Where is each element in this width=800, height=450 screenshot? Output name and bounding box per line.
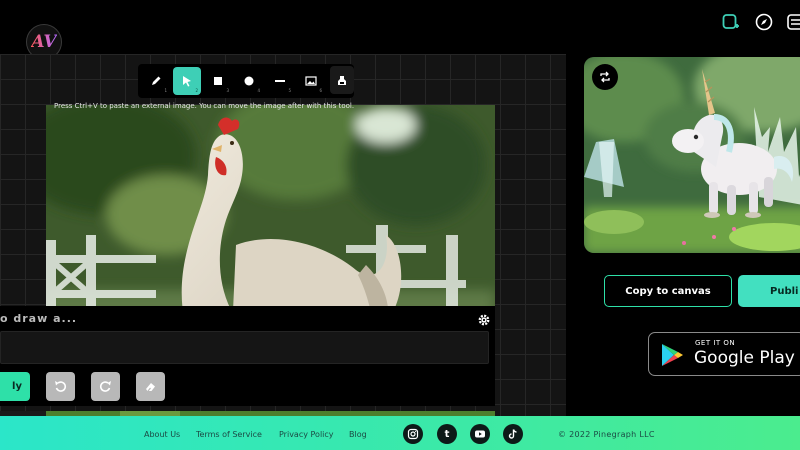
pencil-icon	[152, 76, 161, 85]
google-play-small-text: GET IT ON	[695, 339, 736, 347]
tool-key: 2	[195, 88, 198, 93]
prompt-input[interactable]	[0, 331, 489, 364]
square-icon	[214, 77, 222, 85]
right-panel: Copy to canvas Publi GET IT ON Google Pl…	[566, 54, 800, 416]
footer-link-blog[interactable]: Blog	[349, 430, 367, 439]
canvas-area[interactable]: 1 2 3 4 5 6 Press Ctrl+V to paste an ext…	[0, 54, 566, 416]
prompt-panel: o draw a... ly	[0, 306, 495, 406]
copy-to-canvas-button[interactable]: Copy to canvas	[604, 275, 732, 307]
stamp-tool[interactable]	[330, 66, 354, 94]
footer-link-terms[interactable]: Terms of Service	[196, 430, 262, 439]
menu-icon[interactable]	[786, 12, 800, 32]
tool-key: 1	[164, 88, 167, 93]
tumblr-icon[interactable]: t	[437, 424, 457, 444]
undo-button[interactable]	[46, 372, 75, 401]
line-icon	[275, 80, 285, 82]
footer-link-privacy[interactable]: Privacy Policy	[279, 430, 334, 439]
redo-button[interactable]	[91, 372, 120, 401]
cursor-icon	[183, 76, 191, 87]
swap-button[interactable]	[592, 64, 618, 90]
eraser-icon	[146, 383, 155, 392]
prompt-placeholder: o draw a...	[0, 312, 78, 325]
image-icon	[305, 76, 317, 86]
pencil-tool[interactable]: 1	[142, 67, 170, 95]
line-tool[interactable]: 5	[266, 67, 294, 95]
select-tool[interactable]: 2	[173, 67, 201, 95]
tool-key: 5	[288, 88, 291, 93]
tumblr-letter: t	[444, 428, 450, 440]
google-play-big-text: Google Play	[694, 348, 795, 368]
image-tool[interactable]: 6	[297, 67, 325, 95]
apply-button[interactable]: ly	[0, 372, 30, 401]
instagram-icon[interactable]	[403, 424, 423, 444]
drawing-toolbar: 1 2 3 4 5 6	[138, 64, 354, 98]
generated-image-unicorn[interactable]	[584, 57, 800, 253]
youtube-icon[interactable]	[470, 424, 490, 444]
publish-button[interactable]: Publi	[738, 275, 800, 307]
copyright: © 2022 Pinegraph LLC	[558, 430, 655, 439]
settings-gear-icon[interactable]	[478, 311, 490, 326]
compass-icon[interactable]	[754, 12, 774, 32]
rectangle-tool[interactable]: 3	[204, 67, 232, 95]
undo-icon	[55, 381, 67, 392]
top-bar: AV	[0, 0, 800, 60]
new-canvas-icon[interactable]	[721, 12, 741, 32]
footer-link-about[interactable]: About Us	[144, 430, 180, 439]
canvas-image-bottom	[0, 406, 495, 416]
footer: About Us Terms of Service Privacy Policy…	[0, 416, 800, 450]
tool-key: 3	[226, 88, 229, 93]
circle-icon	[244, 76, 254, 86]
google-play-icon	[662, 344, 683, 366]
repeat-icon	[600, 71, 610, 83]
redo-icon	[99, 381, 111, 392]
paste-hint: Press Ctrl+V to paste an external image.…	[54, 102, 355, 110]
circle-tool[interactable]: 4	[235, 67, 263, 95]
tiktok-icon[interactable]	[503, 424, 523, 444]
google-play-badge[interactable]: GET IT ON Google Play	[648, 332, 800, 376]
logo-text: AV	[31, 32, 57, 52]
tool-key: 6	[319, 88, 322, 93]
eraser-button[interactable]	[136, 372, 165, 401]
stamp-icon	[338, 76, 346, 85]
tool-key: 4	[257, 88, 260, 93]
